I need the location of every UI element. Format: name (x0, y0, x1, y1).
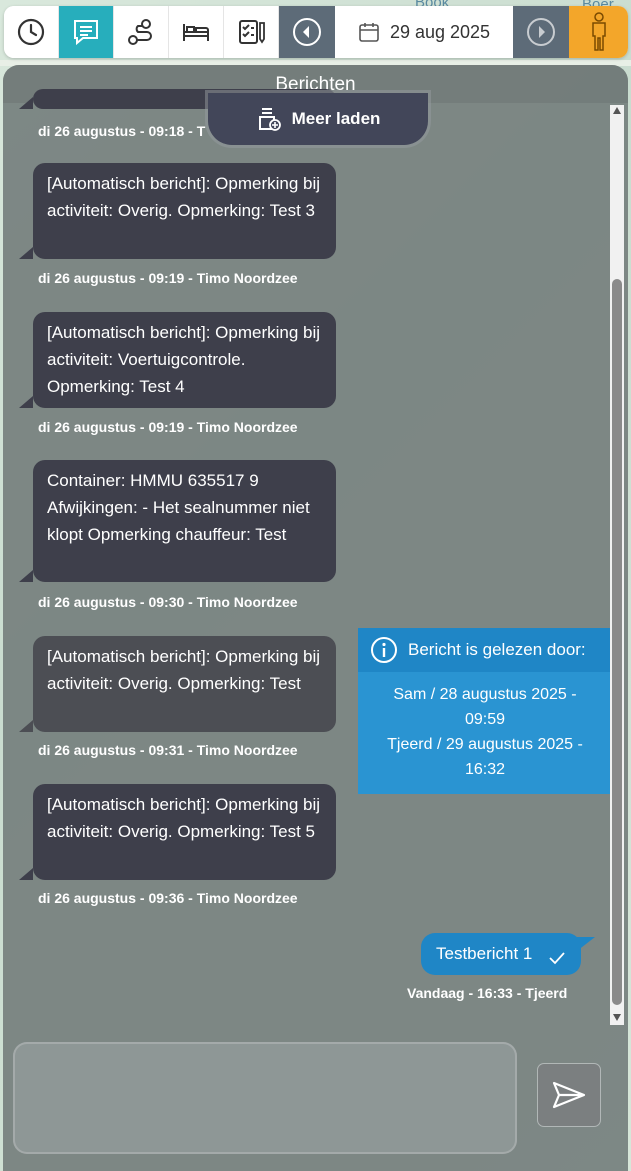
send-icon (552, 1081, 586, 1109)
rest-button[interactable] (169, 6, 224, 58)
own-message-meta: Vandaag - 16:33 - Tjeerd (407, 985, 568, 1001)
messages-panel: Berichten di 26 augustus - 09:18 - T Mee… (3, 65, 628, 1171)
message-meta-0: di 26 augustus - 09:18 - T (38, 123, 206, 139)
message-bubble-3: Container: HMMU 635517 9 Afwijkingen: - … (19, 460, 336, 582)
check-icon (549, 952, 566, 965)
read-receipt-line: Tjeerd / 29 augustus 2025 - (387, 736, 583, 753)
read-receipt-popup: Bericht is gelezen door: Sam / 28 august… (358, 628, 612, 794)
route-icon (128, 19, 152, 45)
clock-icon (17, 18, 45, 46)
calendar-icon (359, 23, 379, 42)
route-button[interactable] (114, 6, 169, 58)
load-more-button[interactable]: Meer laden (208, 93, 428, 145)
send-button[interactable] (538, 1064, 600, 1126)
scroll-up-arrow-icon[interactable] (613, 107, 621, 114)
read-receipt-line: 16:32 (464, 761, 506, 778)
message-meta-3: di 26 augustus - 09:30 - Timo Noordzee (38, 594, 298, 610)
scroll-thumb[interactable] (612, 279, 622, 1005)
selected-date: 29 aug 2025 (389, 21, 491, 42)
checklist-icon (239, 20, 265, 44)
message-input[interactable] (13, 1042, 517, 1154)
message-bubble-4: [Automatisch bericht]: Opmerking bij act… (19, 636, 336, 732)
message-meta-2: di 26 augustus - 09:19 - Timo Noordzee (38, 419, 298, 435)
load-more-icon (258, 108, 281, 131)
messages-icon (74, 20, 98, 46)
read-receipt-title: Bericht is gelezen door: (408, 640, 586, 659)
top-toolbar: 29 aug 2025 (4, 6, 628, 58)
date-picker[interactable]: 29 aug 2025 (335, 6, 513, 58)
chevron-right-icon (527, 18, 555, 46)
load-more-label: Meer laden (291, 109, 381, 128)
message-bubble-1: [Automatisch bericht]: Opmerking bij act… (19, 163, 336, 259)
person-icon (591, 12, 606, 51)
read-receipt-line: Sam / 28 augustus 2025 - (393, 686, 577, 703)
clock-button[interactable] (4, 6, 59, 58)
message-meta-4: di 26 augustus - 09:31 - Timo Noordzee (38, 742, 298, 758)
info-icon (371, 637, 397, 663)
previous-date-button[interactable] (279, 6, 335, 58)
read-receipt-body: Sam / 28 augustus 2025 - 09:59 Tjeerd / … (358, 672, 612, 782)
message-meta-1: di 26 augustus - 09:19 - Timo Noordzee (38, 270, 298, 286)
chevron-left-icon (293, 18, 321, 46)
next-date-button[interactable] (513, 6, 569, 58)
driver-button[interactable] (569, 6, 628, 58)
message-bubble-2: [Automatisch bericht]: Opmerking bij act… (19, 312, 336, 408)
scroll-down-arrow-icon[interactable] (613, 1014, 621, 1021)
checklist-button[interactable] (224, 6, 279, 58)
message-bubble-5: [Automatisch bericht]: Opmerking bij act… (19, 784, 336, 880)
own-message-text: Testbericht 1 (436, 944, 533, 963)
messages-scrollbar[interactable] (610, 105, 624, 1025)
bed-icon (183, 24, 209, 41)
message-meta-5: di 26 augustus - 09:36 - Timo Noordzee (38, 890, 298, 906)
read-receipt-header: Bericht is gelezen door: (358, 628, 612, 672)
messages-button[interactable] (59, 6, 114, 58)
read-receipt-line: 09:59 (464, 711, 506, 728)
own-message-bubble[interactable]: Testbericht 1 (421, 933, 595, 975)
